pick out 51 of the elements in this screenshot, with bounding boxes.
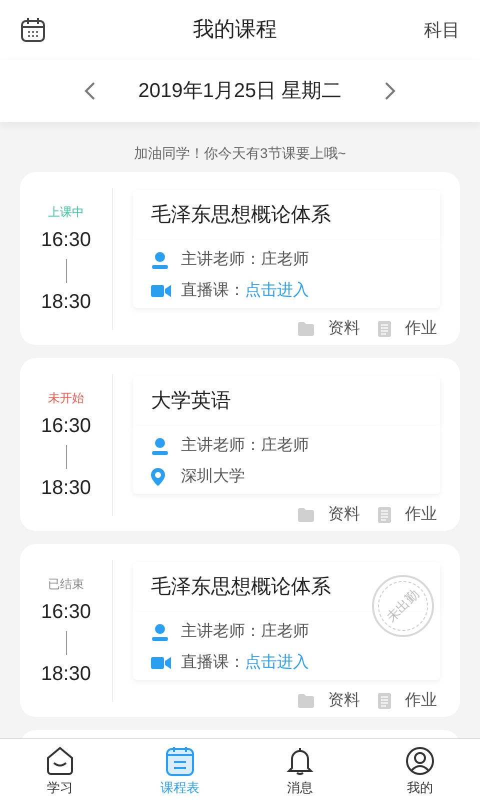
status-label: 上课中 [48, 204, 84, 221]
folder-icon [298, 694, 314, 708]
calendar-icon [166, 746, 194, 776]
materials-button[interactable]: 资料 [328, 689, 360, 713]
house-icon [46, 746, 74, 776]
materials-button[interactable]: 资料 [328, 503, 360, 527]
folder-icon [298, 322, 314, 336]
document-icon [378, 693, 391, 709]
status-label: 未开始 [48, 390, 84, 407]
location-pin-icon [151, 468, 165, 486]
start-time: 16:30 [40, 228, 92, 252]
person-icon [151, 250, 169, 268]
course-card[interactable]: 未开始 16:30 18:30 大学英语 主讲老师：庄老师 深圳大学 资料 作业 [20, 358, 460, 531]
homework-button[interactable]: 作业 [405, 689, 437, 713]
absence-stamp: 未出勤 [372, 575, 434, 637]
folder-icon [298, 508, 314, 522]
course-card[interactable]: 上课中 16:30 18:30 毛泽东思想概论体系 主讲老师：庄老师 直播课：点击进入 资料 作业 [20, 172, 460, 345]
person-icon [151, 436, 169, 454]
course-title[interactable]: 毛泽东思想概论体系 [133, 190, 440, 240]
document-icon [378, 321, 391, 337]
live-class-label: 直播课： [181, 652, 245, 672]
greeting-text: 加油同学！你今天有3节课要上哦~ [134, 144, 346, 163]
end-time: 18:30 [40, 476, 92, 500]
status-label: 已结束 [48, 576, 84, 593]
video-camera-icon [151, 656, 171, 670]
teacher-text: 主讲老师：庄老师 [181, 436, 309, 456]
start-time: 16:30 [40, 600, 92, 624]
end-time: 18:30 [40, 662, 92, 686]
homework-button[interactable]: 作业 [405, 503, 437, 527]
course-card[interactable]: 已结束 16:30 18:30 毛泽东思想概论体系 主讲老师：庄老师 直播课：点击进入 资料 作业 未出勤 [20, 544, 460, 717]
user-icon [405, 746, 435, 776]
teacher-text: 主讲老师：庄老师 [181, 622, 309, 642]
location-text: 深圳大学 [181, 466, 245, 486]
start-time: 16:30 [40, 414, 92, 438]
end-time: 18:30 [40, 290, 92, 314]
video-camera-icon [151, 284, 171, 298]
course-title[interactable]: 大学英语 [133, 376, 440, 426]
tab-bar-item[interactable]: 学习 [0, 739, 120, 800]
tab-bar-item[interactable]: 消息 [240, 739, 360, 800]
person-icon [151, 622, 169, 640]
document-icon [378, 507, 391, 523]
subjects-button[interactable]: 科目 [424, 16, 460, 44]
page-title: 我的课程 [193, 17, 277, 44]
date-label: 2019年1月25日 星期二 [137, 79, 343, 104]
tab-bar-item[interactable]: 我的 [360, 739, 480, 800]
calendar-icon[interactable] [20, 17, 46, 43]
bell-icon [286, 746, 314, 776]
teacher-text: 主讲老师：庄老师 [181, 250, 309, 270]
live-class-label: 直播课： [181, 280, 245, 300]
homework-button[interactable]: 作业 [405, 317, 437, 341]
materials-button[interactable]: 资料 [328, 317, 360, 341]
